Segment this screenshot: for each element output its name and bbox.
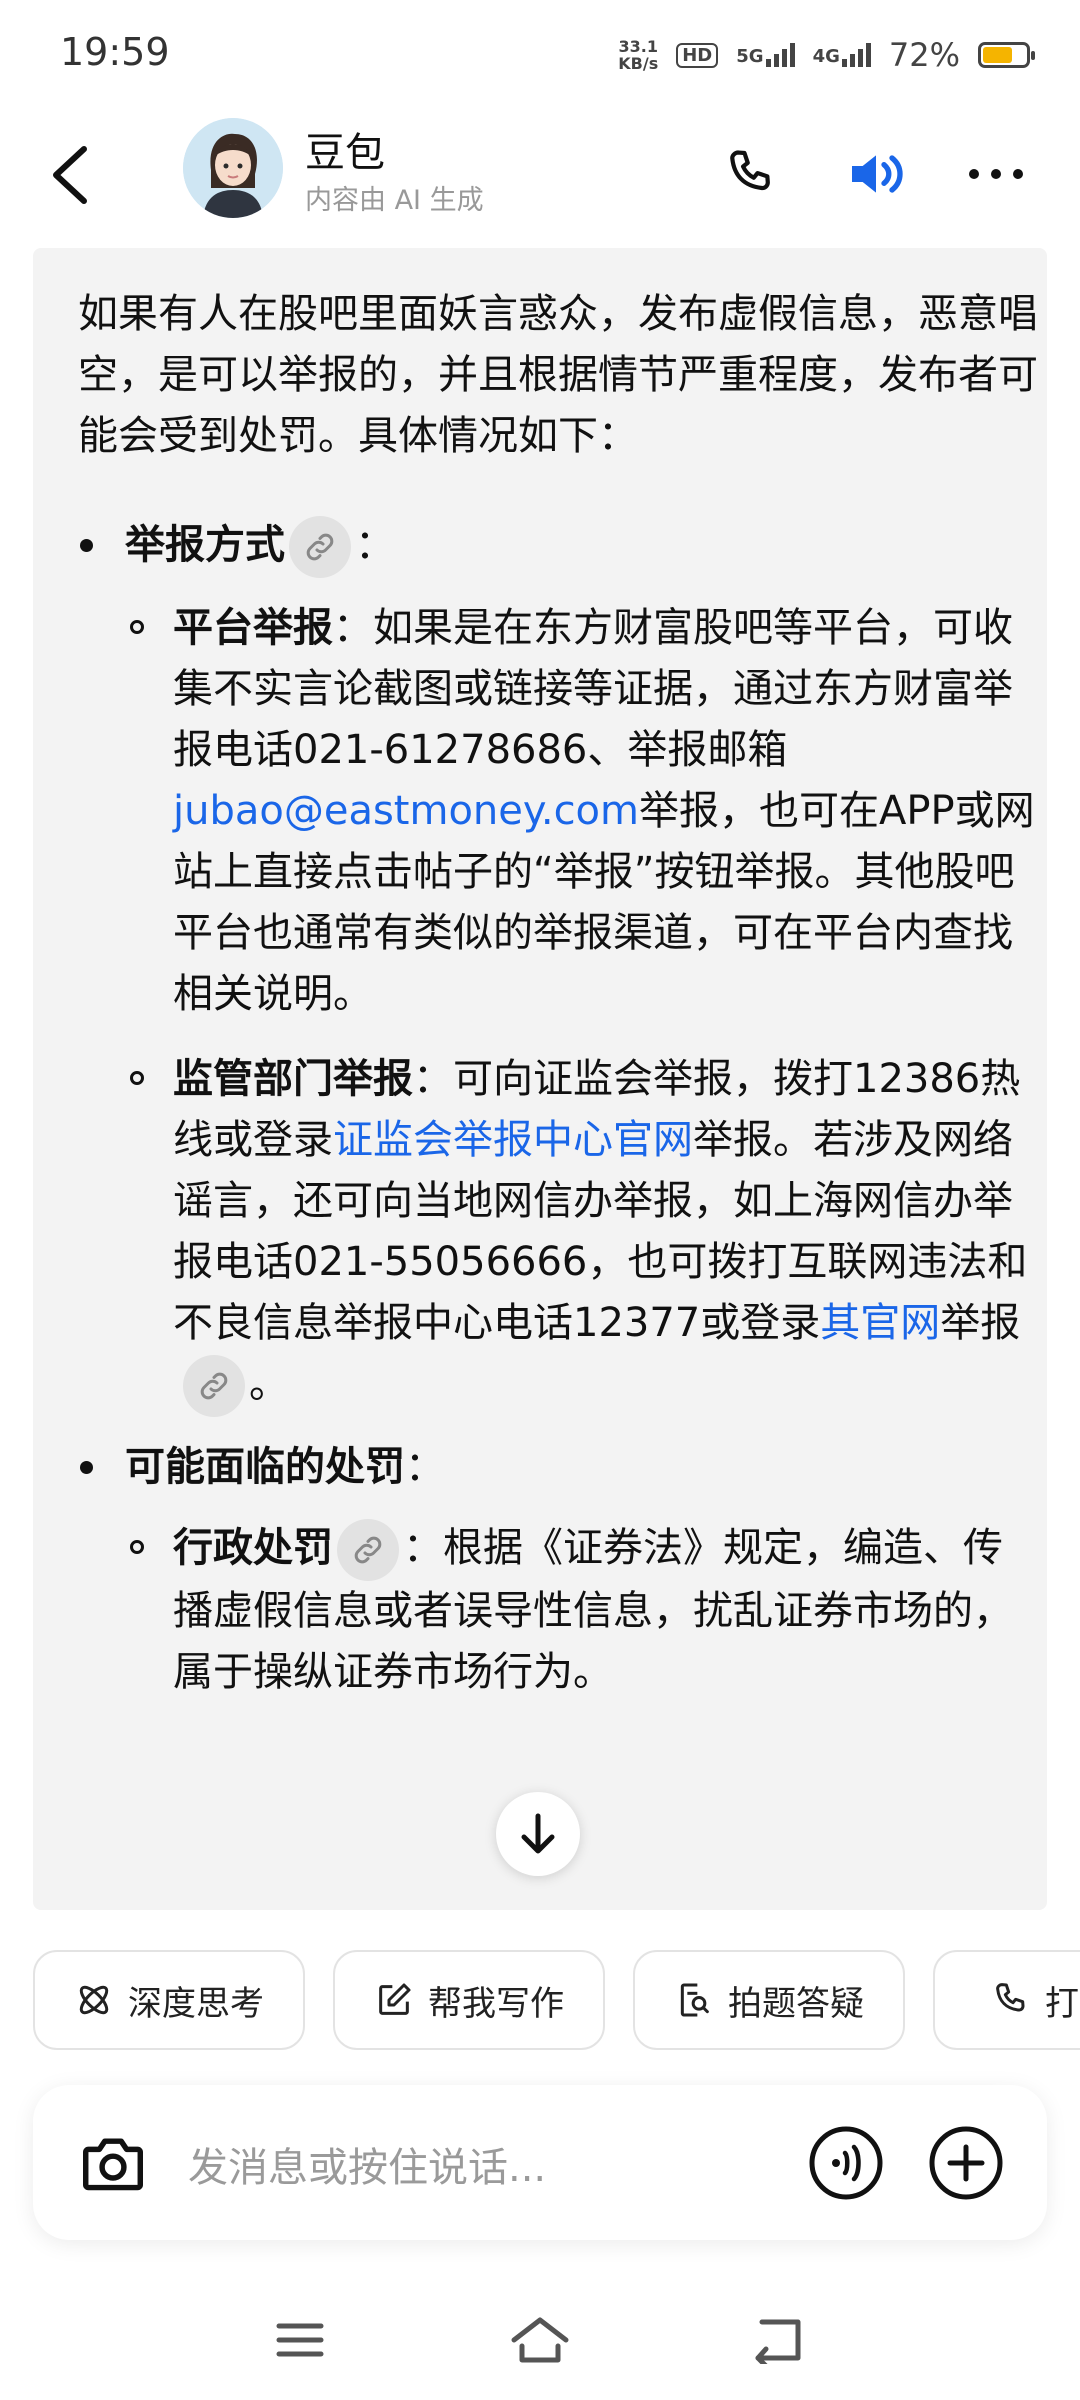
list-item-penalties: 可能面临的处罚： bbox=[78, 1437, 1038, 1498]
back-nav-button[interactable] bbox=[745, 2310, 815, 2370]
voice-icon[interactable] bbox=[808, 2125, 884, 2201]
phone-button[interactable] bbox=[715, 138, 787, 210]
chat-title: 豆包 bbox=[305, 130, 385, 176]
circle-bullet-icon bbox=[130, 620, 144, 634]
status-time: 19:59 bbox=[60, 30, 170, 74]
list-item-platform-report: 平台举报：如果是在东方财富股吧等平台，可收集不实言论截图或链接等证据，通过东方财… bbox=[126, 598, 1038, 1025]
hd-badge: HD bbox=[676, 42, 719, 68]
menu-button[interactable] bbox=[265, 2310, 335, 2370]
email-link[interactable]: jubao@eastmoney.com bbox=[173, 788, 639, 834]
section-title: 可能面临的处罚 bbox=[125, 1444, 405, 1490]
signal-4g-icon: 4G bbox=[813, 43, 871, 67]
chat-header: 豆包 内容由 AI 生成 bbox=[0, 110, 1080, 240]
message-intro: 如果有人在股吧里面妖言惑众，发布虚假信息，恶意唱空，是可以举报的，并且根据情节严… bbox=[78, 291, 1038, 459]
chip-deep-think[interactable]: 深度思考 bbox=[33, 1950, 305, 2050]
list-item-regulator-report: 监管部门举报：可向证监会举报，拨打12386热线或登录证监会举报中心官网举报。若… bbox=[126, 1049, 1038, 1417]
list-item-admin-penalty: 行政处罚 ：根据《证券法》规定，编造、传播虚假信息或者误导性信息，扰乱证券市场的，… bbox=[126, 1518, 1038, 1703]
system-nav-bar bbox=[0, 2290, 1080, 2380]
link-icon bbox=[306, 533, 334, 561]
phone-icon bbox=[730, 150, 770, 191]
home-button[interactable] bbox=[505, 2310, 575, 2370]
phone-icon bbox=[996, 1983, 1025, 2012]
camera-icon bbox=[82, 2138, 143, 2191]
avatar-icon bbox=[183, 118, 283, 218]
official-website-link[interactable]: 其官网 bbox=[820, 1300, 940, 1346]
chip-call[interactable]: 打电话 bbox=[933, 1950, 1080, 2050]
speaker-icon bbox=[852, 155, 903, 193]
message-input-bar: 发消息或按住说话... bbox=[33, 2085, 1047, 2240]
photo-question-icon bbox=[680, 1983, 709, 2017]
home-icon bbox=[511, 2317, 569, 2363]
citation-link-button[interactable] bbox=[289, 516, 351, 578]
back-button[interactable] bbox=[42, 135, 102, 215]
list-item-report-methods: 举报方式： bbox=[78, 515, 1038, 578]
circle-bullet-icon bbox=[130, 1540, 144, 1554]
avatar[interactable] bbox=[183, 118, 283, 218]
more-button[interactable] bbox=[960, 138, 1032, 210]
report-methods-sublist: 平台举报：如果是在东方财富股吧等平台，可收集不实言论截图或链接等证据，通过东方财… bbox=[126, 598, 1038, 1417]
bullet-icon bbox=[80, 1461, 93, 1474]
battery-percent: 72% bbox=[888, 36, 960, 74]
chat-subtitle: 内容由 AI 生成 bbox=[305, 185, 484, 216]
citation-link-button[interactable] bbox=[337, 1519, 399, 1581]
citation-link-button[interactable] bbox=[183, 1355, 245, 1417]
penalties-sublist: 行政处罚 ：根据《证券法》规定，编造、传播虚假信息或者误导性信息，扰乱证券市场的，… bbox=[126, 1518, 1038, 1703]
csrc-website-link[interactable]: 证监会举报中心官网 bbox=[333, 1117, 693, 1163]
link-icon bbox=[354, 1536, 382, 1564]
camera-button[interactable] bbox=[73, 2123, 153, 2203]
chip-photo-question[interactable]: 拍题答疑 bbox=[633, 1950, 905, 2050]
chip-write[interactable]: 帮我写作 bbox=[333, 1950, 605, 2050]
status-icons: 33.1 KB/s HD 5G 4G 72% bbox=[618, 30, 1035, 80]
deep-think-icon bbox=[79, 1985, 109, 2015]
network-speed: 33.1 KB/s bbox=[618, 37, 659, 73]
ai-message-bubble: 如果有人在股吧里面妖言惑众，发布虚假信息，恶意唱空，是可以举报的，并且根据情节严… bbox=[33, 248, 1047, 1910]
back-icon bbox=[53, 146, 87, 204]
plus-icon[interactable] bbox=[928, 2125, 1004, 2201]
back-nav-icon bbox=[755, 2319, 801, 2364]
write-icon bbox=[379, 1983, 411, 2015]
signal-5g-icon: 5G bbox=[736, 43, 795, 67]
section-title: 举报方式 bbox=[125, 522, 285, 568]
menu-icon bbox=[276, 2323, 324, 2357]
status-bar: 19:59 33.1 KB/s HD 5G 4G 72% bbox=[0, 0, 1080, 110]
circle-bullet-icon bbox=[130, 1071, 144, 1085]
speaker-button[interactable] bbox=[840, 138, 912, 210]
more-icon bbox=[969, 169, 1023, 179]
message-content: 如果有人在股吧里面妖言惑众，发布虚假信息，恶意唱空，是可以举报的，并且根据情节严… bbox=[78, 284, 1038, 1703]
message-input[interactable]: 发消息或按住说话... bbox=[188, 2135, 546, 2193]
scroll-down-button[interactable] bbox=[496, 1792, 580, 1876]
bullet-icon bbox=[80, 539, 93, 552]
link-icon bbox=[200, 1372, 228, 1400]
battery-icon bbox=[978, 42, 1035, 68]
quick-action-chips: 深度思考 帮我写作 拍题答疑 打电话 bbox=[33, 1950, 1080, 2054]
arrow-down-icon bbox=[521, 1813, 555, 1854]
